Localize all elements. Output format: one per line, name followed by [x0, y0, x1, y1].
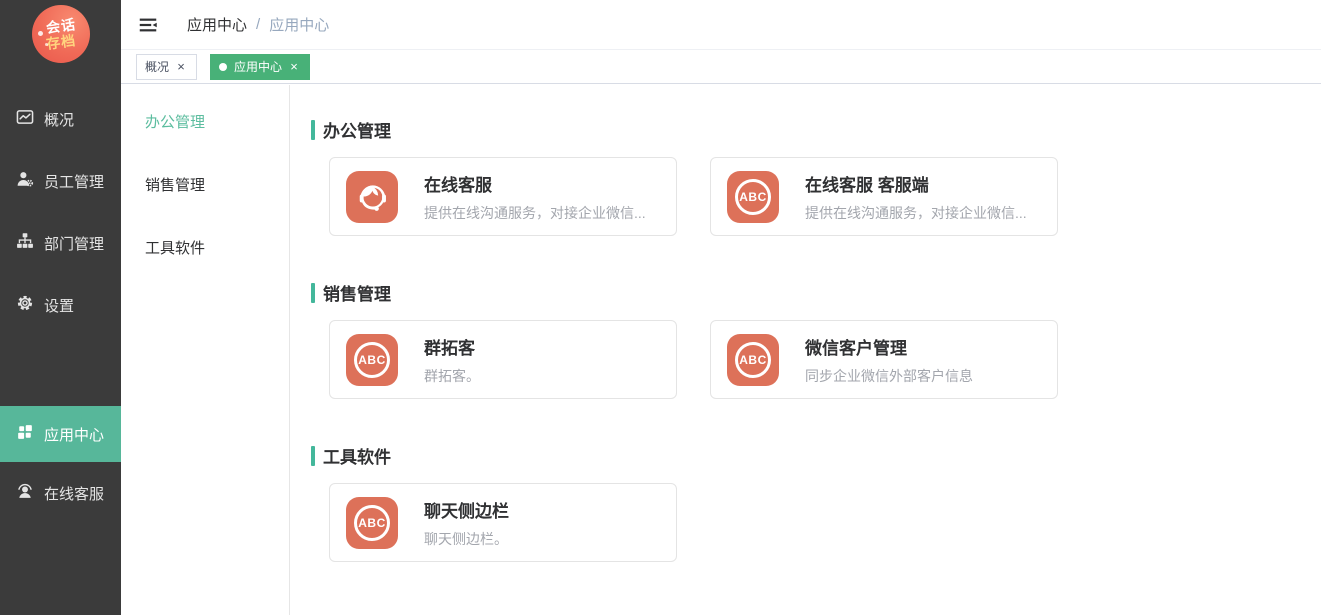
- active-dot-icon: [219, 63, 227, 71]
- headset-agent-icon: [346, 171, 398, 223]
- sidebar-menu: 概况 员工管理 部门管理 设置: [0, 88, 121, 524]
- sidebar-item-app-center[interactable]: 应用中心: [0, 406, 121, 462]
- sidebar-item-label: 员工管理: [44, 171, 104, 192]
- close-icon[interactable]: ×: [287, 60, 301, 74]
- app-description: 同步企业微信外部客户信息: [805, 366, 973, 386]
- app-name: 聊天侧边栏: [424, 497, 509, 522]
- category-label: 办公管理: [145, 111, 205, 132]
- abc-text: ABC: [358, 353, 386, 367]
- tab-label: 概况: [145, 58, 169, 75]
- sidebar-item-label: 应用中心: [44, 424, 104, 445]
- breadcrumb-separator: /: [256, 16, 260, 33]
- app-name: 微信客户管理: [805, 334, 973, 359]
- tab-app-center[interactable]: 应用中心 ×: [210, 54, 310, 80]
- card-text: 在线客服 客服端 提供在线沟通服务，对接企业微信...: [805, 171, 1027, 223]
- sidebar-item-label: 概况: [44, 109, 74, 130]
- category-label: 工具软件: [145, 237, 205, 258]
- section-header: 工具软件: [311, 443, 1297, 468]
- close-icon[interactable]: ×: [174, 60, 188, 74]
- card-text: 群拓客 群拓客。: [424, 334, 480, 386]
- section-accent-bar: [311, 446, 315, 466]
- app-description: 提供在线沟通服务，对接企业微信...: [424, 203, 646, 223]
- section-tools: 工具软件 ABC 聊天侧边栏 聊天侧边栏。: [311, 443, 1297, 562]
- sidebar-item-overview[interactable]: 概况: [0, 88, 121, 150]
- tab-overview[interactable]: 概况 ×: [136, 54, 197, 80]
- card-text: 在线客服 提供在线沟通服务，对接企业微信...: [424, 171, 646, 223]
- app-list-content: 办公管理 在线客服 提供在线沟通服务，对接企业微信...: [290, 85, 1321, 615]
- breadcrumb-level1[interactable]: 应用中心: [187, 14, 247, 35]
- sidebar-item-label: 在线客服: [44, 483, 104, 504]
- page-body: 办公管理 销售管理 工具软件 办公管理: [121, 85, 1321, 615]
- sidebar: 会话 存档 概况 员工管理 部门管理: [0, 0, 121, 615]
- section-accent-bar: [311, 283, 315, 303]
- sidebar-item-employees[interactable]: 员工管理: [0, 150, 121, 212]
- sidebar-item-label: 设置: [44, 295, 74, 316]
- app-window: 会话 存档 概况 员工管理 部门管理: [0, 0, 1321, 615]
- app-card-chat-sidebar[interactable]: ABC 聊天侧边栏 聊天侧边栏。: [329, 483, 677, 562]
- section-title: 办公管理: [323, 117, 391, 142]
- category-item-sales[interactable]: 销售管理: [121, 153, 289, 216]
- tabs-bar: 概况 × 应用中心 ×: [121, 50, 1321, 84]
- org-chart-icon: [16, 232, 34, 254]
- card-row: ABC 聊天侧边栏 聊天侧边栏。: [329, 483, 1297, 562]
- sidebar-item-online-service[interactable]: 在线客服: [0, 462, 121, 524]
- abc-text: ABC: [358, 516, 386, 530]
- section-header: 办公管理: [311, 117, 1297, 142]
- app-name: 在线客服: [424, 171, 646, 196]
- chart-line-icon: [16, 108, 34, 130]
- section-title: 工具软件: [323, 443, 391, 468]
- section-office: 办公管理 在线客服 提供在线沟通服务，对接企业微信...: [311, 117, 1297, 236]
- abc-text: ABC: [739, 353, 767, 367]
- app-name: 群拓客: [424, 334, 480, 359]
- app-description: 提供在线沟通服务，对接企业微信...: [805, 203, 1027, 223]
- breadcrumb: 应用中心 / 应用中心: [187, 14, 329, 35]
- app-card-group-customer[interactable]: ABC 群拓客 群拓客。: [329, 320, 677, 399]
- user-gear-icon: [16, 170, 34, 192]
- apps-grid-icon: [16, 423, 34, 445]
- breadcrumb-level2: 应用中心: [269, 14, 329, 35]
- app-description: 群拓客。: [424, 366, 480, 386]
- app-card-online-service[interactable]: 在线客服 提供在线沟通服务，对接企业微信...: [329, 157, 677, 236]
- category-item-office[interactable]: 办公管理: [121, 90, 289, 153]
- category-menu: 办公管理 销售管理 工具软件: [121, 85, 290, 615]
- sidebar-item-departments[interactable]: 部门管理: [0, 212, 121, 274]
- app-description: 聊天侧边栏。: [424, 529, 509, 549]
- category-label: 销售管理: [145, 174, 205, 195]
- section-title: 销售管理: [323, 280, 391, 305]
- abc-badge-icon: ABC: [346, 497, 398, 549]
- category-item-tools[interactable]: 工具软件: [121, 216, 289, 279]
- sidebar-collapse-button[interactable]: [136, 13, 160, 37]
- section-sales: 销售管理 ABC 群拓客 群拓客。: [311, 280, 1297, 399]
- gear-icon: [16, 294, 34, 316]
- abc-badge-icon: ABC: [727, 334, 779, 386]
- main-area: 应用中心 / 应用中心 概况 × 应用中心 × 办公管理: [121, 0, 1321, 615]
- card-text: 微信客户管理 同步企业微信外部客户信息: [805, 334, 973, 386]
- sidebar-item-label: 部门管理: [44, 233, 104, 254]
- card-row: ABC 群拓客 群拓客。 ABC 微信: [329, 320, 1297, 399]
- card-text: 聊天侧边栏 聊天侧边栏。: [424, 497, 509, 549]
- section-header: 销售管理: [311, 280, 1297, 305]
- support-agent-icon: [16, 482, 34, 504]
- abc-badge-icon: ABC: [727, 171, 779, 223]
- app-name: 在线客服 客服端: [805, 171, 1027, 196]
- card-row: 在线客服 提供在线沟通服务，对接企业微信... ABC 在线客服 客服端 提供在…: [329, 157, 1297, 236]
- app-logo[interactable]: 会话 存档: [32, 5, 90, 63]
- sidebar-item-settings[interactable]: 设置: [0, 274, 121, 336]
- tab-label: 应用中心: [234, 58, 282, 75]
- app-card-wechat-customer[interactable]: ABC 微信客户管理 同步企业微信外部客户信息: [710, 320, 1058, 399]
- abc-badge-icon: ABC: [346, 334, 398, 386]
- abc-text: ABC: [739, 190, 767, 204]
- sidebar-spacer: [0, 336, 121, 406]
- navbar: 应用中心 / 应用中心: [121, 0, 1321, 50]
- app-card-online-service-agent[interactable]: ABC 在线客服 客服端 提供在线沟通服务，对接企业微信...: [710, 157, 1058, 236]
- logo-text-line2: 存档: [45, 32, 77, 52]
- section-accent-bar: [311, 120, 315, 140]
